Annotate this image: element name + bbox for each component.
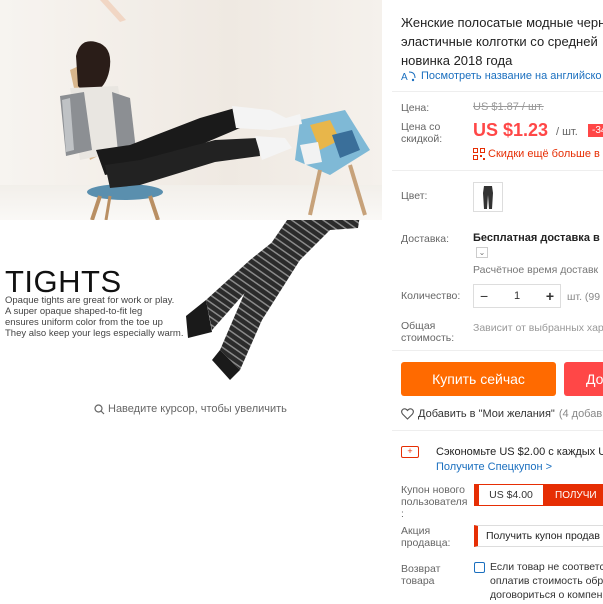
- wishlist-count: (4 добав: [558, 408, 603, 420]
- add-to-wishlist-link[interactable]: Добавить в "Мои желания" (4 добав: [401, 408, 602, 420]
- svg-text:A: A: [401, 72, 408, 82]
- return-line: оплатив стоимость обр: [490, 575, 603, 587]
- new-user-coupon-label: Купон нового пользователя :: [401, 484, 468, 520]
- product-photo[interactable]: [0, 0, 382, 220]
- divider: [392, 350, 603, 351]
- discount-price-label: Цена со скидкой:: [401, 121, 442, 145]
- zoom-hint: Наведите курсор, чтобы увеличить: [94, 403, 287, 415]
- overlay-line: ensures uniform color from the toe up: [5, 317, 163, 328]
- return-line: Если товар не соответс: [490, 561, 603, 573]
- color-swatch-black[interactable]: [473, 182, 503, 212]
- coupon-value: US $4.00: [475, 485, 543, 505]
- product-gallery[interactable]: TIGHTS Opaque tights are great for work …: [0, 0, 382, 604]
- quantity-stepper[interactable]: − 1 +: [473, 284, 561, 308]
- return-policy-text: Если товар не соответс оплатив стоимость…: [490, 560, 603, 602]
- label-line: товара: [401, 575, 435, 587]
- discount-price: US $1.23: [473, 120, 549, 140]
- overlay-line: They also keep your legs especially warm…: [5, 328, 184, 339]
- heart-icon: [401, 408, 414, 420]
- label-line: продавца:: [401, 537, 451, 549]
- wishlist-text[interactable]: Добавить в "Мои желания": [418, 408, 555, 420]
- coupon-offer-text: Сэкономьте US $2.00 с каждых US: [436, 446, 603, 458]
- total-value: Зависит от выбранных хар: [473, 322, 603, 334]
- add-to-cart-button[interactable]: До: [564, 362, 603, 396]
- overlay-line: A super opaque shaped-to-fit leg: [5, 306, 143, 317]
- total-label-line: Общая: [401, 320, 436, 332]
- patterned-chair: [295, 110, 370, 216]
- get-special-coupon-link[interactable]: Получите Спецкупон >: [436, 461, 552, 473]
- chevron-down-icon[interactable]: ⌄: [476, 247, 488, 258]
- app-discount-text[interactable]: Скидки ещё больше в п: [488, 148, 603, 160]
- seller-promo-label: Акция продавца:: [401, 525, 450, 549]
- shipping-method[interactable]: Бесплатная доставка в R: [473, 232, 603, 244]
- overlay-description: Opaque tights are great for work or play…: [5, 295, 205, 339]
- divider: [392, 430, 603, 431]
- color-label: Цвет:: [401, 190, 428, 202]
- divider: [392, 170, 603, 171]
- return-line: договориться о компен: [490, 589, 603, 601]
- divider: [392, 91, 603, 92]
- new-user-coupon[interactable]: US $4.00 ПОЛУЧИ: [474, 484, 603, 506]
- total-label: Общая стоимость:: [401, 320, 454, 344]
- discount-label-line: скидкой:: [401, 133, 443, 145]
- shipping-estimate: Расчётное время доставк: [473, 264, 599, 276]
- model-illustration: [60, 0, 370, 220]
- return-policy-icon: [474, 562, 485, 573]
- total-label-line: стоимость:: [401, 332, 455, 344]
- old-price: US $1.87 / шт.: [473, 101, 544, 113]
- magnifier-icon: [94, 403, 105, 414]
- buy-now-button[interactable]: Купить сейчас: [401, 362, 556, 396]
- price-label: Цена:: [401, 102, 430, 114]
- get-coupon-button[interactable]: ПОЛУЧИ: [543, 485, 603, 505]
- app-discount-link[interactable]: Скидки ещё больше в п: [473, 148, 603, 160]
- quantity-input[interactable]: 1: [514, 290, 520, 302]
- title-line: новинка 2018 года: [401, 53, 513, 68]
- translate-icon: A: [401, 71, 416, 82]
- model: [60, 0, 302, 188]
- quantity-label: Количество:: [401, 290, 461, 302]
- discount-label-line: Цена со: [401, 121, 441, 133]
- label-line: :: [401, 508, 404, 520]
- shipping-label: Доставка:: [401, 233, 450, 245]
- tights-thumbnail: [483, 186, 493, 209]
- translate-link-text[interactable]: Посмотреть название на английско: [421, 70, 602, 82]
- quantity-available: шт. (99: [567, 291, 601, 303]
- coupon-icon: +: [401, 446, 419, 458]
- label-line: Возврат: [401, 563, 441, 575]
- title-line: Женские полосатые модные черн: [401, 15, 603, 30]
- qr-code-icon: [473, 148, 485, 160]
- label-line: Акция: [401, 525, 431, 537]
- product-title: Женские полосатые модные черн эластичные…: [401, 13, 603, 70]
- translate-title-link[interactable]: A Посмотреть название на английско: [401, 70, 602, 82]
- quantity-decrease-button[interactable]: −: [480, 288, 488, 304]
- seller-coupon-button[interactable]: Получить купон продав: [474, 525, 603, 547]
- label-line: пользователя: [401, 496, 468, 508]
- title-line: эластичные колготки со средней: [401, 34, 598, 49]
- product-info-panel: Женские полосатые модные черн эластичные…: [392, 0, 603, 604]
- zoom-hint-text: Наведите курсор, чтобы увеличить: [108, 403, 287, 415]
- discount-badge: -34: [588, 124, 603, 137]
- overlay-line: Opaque tights are great for work or play…: [5, 295, 175, 306]
- label-line: Купон нового: [401, 484, 465, 496]
- returns-label: Возврат товара: [401, 563, 440, 587]
- price-unit: / шт.: [556, 126, 578, 138]
- quantity-increase-button[interactable]: +: [546, 288, 554, 304]
